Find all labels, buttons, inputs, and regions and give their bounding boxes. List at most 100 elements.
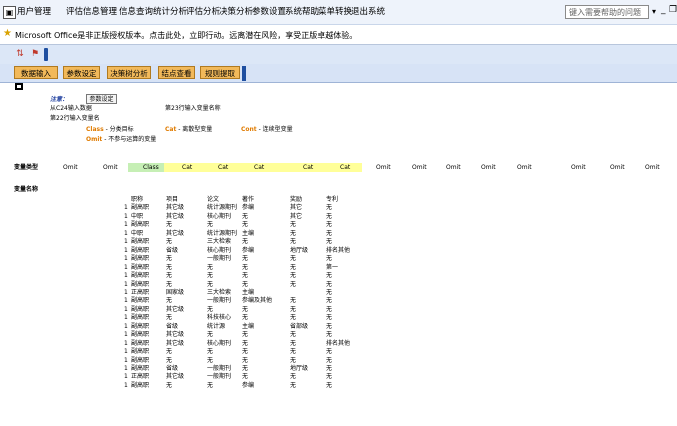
var-type-cell[interactable]: Omit xyxy=(645,164,660,172)
table-cell[interactable]: 省级 xyxy=(166,247,178,255)
help-search-input[interactable]: 键入需要帮助的问题 xyxy=(565,5,649,19)
row-class-value[interactable]: 1 xyxy=(124,314,128,322)
table-cell[interactable]: 核心期刊 xyxy=(207,213,231,221)
row-class-value[interactable]: 1 xyxy=(124,297,128,305)
table-cell[interactable]: 无 xyxy=(326,382,332,390)
table-cell[interactable]: 副高职 xyxy=(131,221,149,229)
table-cell[interactable]: 无 xyxy=(326,213,332,221)
table-cell[interactable]: 无 xyxy=(326,204,332,212)
table-cell[interactable]: 中职 xyxy=(131,213,143,221)
table-cell[interactable]: 无 xyxy=(242,272,248,280)
row-class-value[interactable]: 1 xyxy=(124,340,128,348)
table-cell[interactable]: 统计源期刊 xyxy=(207,204,237,212)
table-cell[interactable]: 副高职 xyxy=(131,331,149,339)
menu-evaluation-analysis[interactable]: 评估分析 xyxy=(186,6,220,18)
table-cell[interactable]: 一般期刊 xyxy=(207,255,231,263)
table-cell[interactable]: 无 xyxy=(290,297,296,305)
table-cell[interactable]: 无 xyxy=(242,314,248,322)
var-type-cell[interactable]: Omit xyxy=(517,164,532,172)
table-cell[interactable]: 核心期刊 xyxy=(207,340,231,348)
menu-statistics[interactable]: 统计分析 xyxy=(153,6,187,18)
table-cell[interactable]: 排名其他 xyxy=(326,247,350,255)
license-info-bar[interactable]: ★ Microsoft Office是非正版授权版本。点击此处，立即行动。远离潜… xyxy=(0,25,677,45)
toolbar-grip[interactable] xyxy=(44,48,48,61)
table-cell[interactable]: 无 xyxy=(166,255,172,263)
table-cell[interactable]: 无 xyxy=(326,331,332,339)
table-cell[interactable]: 无 xyxy=(242,306,248,314)
ribbon-grip[interactable] xyxy=(242,66,246,81)
table-cell[interactable]: 无 xyxy=(207,348,213,356)
table-cell[interactable]: 无 xyxy=(326,348,332,356)
menu-info-query[interactable]: 信息查询 xyxy=(119,6,153,18)
table-cell[interactable]: 主编 xyxy=(242,289,254,297)
table-cell[interactable]: 副高职 xyxy=(131,297,149,305)
table-cell[interactable]: 无 xyxy=(242,348,248,356)
table-cell[interactable]: 参编 xyxy=(242,382,254,390)
table-cell[interactable]: 无 xyxy=(166,281,172,289)
menu-exit[interactable]: 退出系统 xyxy=(351,6,385,18)
table-cell[interactable]: 无 xyxy=(207,306,213,314)
row-class-value[interactable]: 1 xyxy=(124,289,128,297)
row-class-value[interactable]: 1 xyxy=(124,213,128,221)
row-class-value[interactable]: 1 xyxy=(124,323,128,331)
table-cell[interactable]: 无 xyxy=(290,357,296,365)
menu-switch[interactable]: 菜单转换 xyxy=(318,6,352,18)
table-cell[interactable]: 中职 xyxy=(131,230,143,238)
table-cell[interactable]: 无 xyxy=(166,382,172,390)
row-class-value[interactable]: 1 xyxy=(124,357,128,365)
help-dropdown-icon[interactable]: ▾ xyxy=(652,7,656,16)
table-cell[interactable]: 无 xyxy=(242,238,248,246)
table-cell[interactable]: 其它级 xyxy=(166,213,184,221)
table-cell[interactable]: 无 xyxy=(326,255,332,263)
table-cell[interactable]: 一般期刊 xyxy=(207,297,231,305)
table-cell[interactable]: 无 xyxy=(290,382,296,390)
restore-button[interactable]: ❐ xyxy=(669,5,677,15)
var-type-cell[interactable]: Omit xyxy=(63,164,78,172)
data-input-button[interactable]: 数据输入 xyxy=(14,66,58,79)
table-cell[interactable]: 副高职 xyxy=(131,255,149,263)
row-class-value[interactable]: 1 xyxy=(124,264,128,272)
table-cell[interactable]: 无 xyxy=(326,289,332,297)
table-cell[interactable]: 无 xyxy=(290,221,296,229)
row-class-value[interactable]: 1 xyxy=(124,221,128,229)
table-cell[interactable]: 无 xyxy=(290,264,296,272)
table-cell[interactable]: 无 xyxy=(290,348,296,356)
table-cell[interactable]: 无 xyxy=(326,297,332,305)
menu-system-help[interactable]: 系统帮助 xyxy=(285,6,319,18)
table-cell[interactable]: 科技核心 xyxy=(207,314,231,322)
rule-extract-button[interactable]: 规则提取 xyxy=(200,66,240,79)
var-type-cell[interactable]: Omit xyxy=(376,164,391,172)
table-cell[interactable]: 三大检索 xyxy=(207,289,231,297)
table-cell[interactable]: 无 xyxy=(166,221,172,229)
table-cell[interactable]: 副高职 xyxy=(131,281,149,289)
minimize-button[interactable]: _ xyxy=(661,5,666,15)
menu-user-management[interactable]: 用户管理 xyxy=(17,6,51,18)
filter-icon[interactable]: ⚑ xyxy=(29,48,41,60)
table-cell[interactable]: 无 xyxy=(290,238,296,246)
sort-icon[interactable]: ⇅ xyxy=(14,48,26,60)
table-cell[interactable]: 一般期刊 xyxy=(207,373,231,381)
row-class-value[interactable]: 1 xyxy=(124,272,128,280)
table-cell[interactable]: 无 xyxy=(207,382,213,390)
parameter-setting-button[interactable]: 参数设定 xyxy=(63,66,100,79)
table-cell[interactable]: 无 xyxy=(326,272,332,280)
var-type-cell[interactable]: Omit xyxy=(103,164,118,172)
table-cell[interactable]: 无 xyxy=(242,331,248,339)
table-cell[interactable]: 副高职 xyxy=(131,272,149,280)
table-cell[interactable]: 排名其他 xyxy=(326,340,350,348)
table-cell[interactable]: 参编 xyxy=(242,247,254,255)
table-cell[interactable]: 无 xyxy=(166,357,172,365)
table-cell[interactable]: 副高职 xyxy=(131,365,149,373)
var-type-cell[interactable]: Cat xyxy=(182,164,192,172)
table-cell[interactable]: 地厅级 xyxy=(290,247,308,255)
table-cell[interactable]: 副高职 xyxy=(131,306,149,314)
table-cell[interactable]: 无 xyxy=(207,221,213,229)
table-cell[interactable]: 参编及其他 xyxy=(242,297,272,305)
table-cell[interactable]: 省级 xyxy=(166,323,178,331)
row-class-value[interactable]: 1 xyxy=(124,306,128,314)
table-cell[interactable]: 无 xyxy=(290,281,296,289)
table-cell[interactable]: 省部级 xyxy=(290,323,308,331)
table-cell[interactable]: 无 xyxy=(326,306,332,314)
table-cell[interactable]: 副高职 xyxy=(131,238,149,246)
table-cell[interactable]: 副高职 xyxy=(131,264,149,272)
